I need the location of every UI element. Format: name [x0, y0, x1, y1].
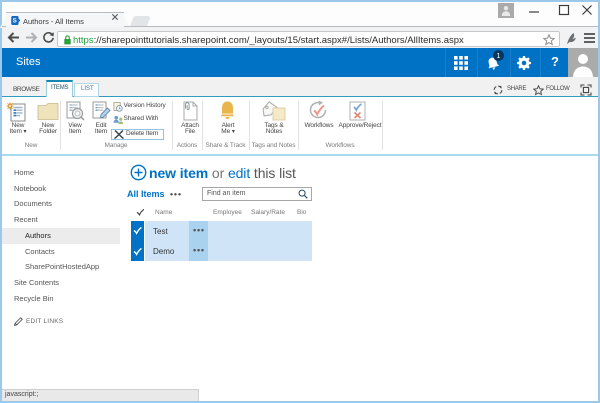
svg-text:S: S: [13, 18, 17, 25]
